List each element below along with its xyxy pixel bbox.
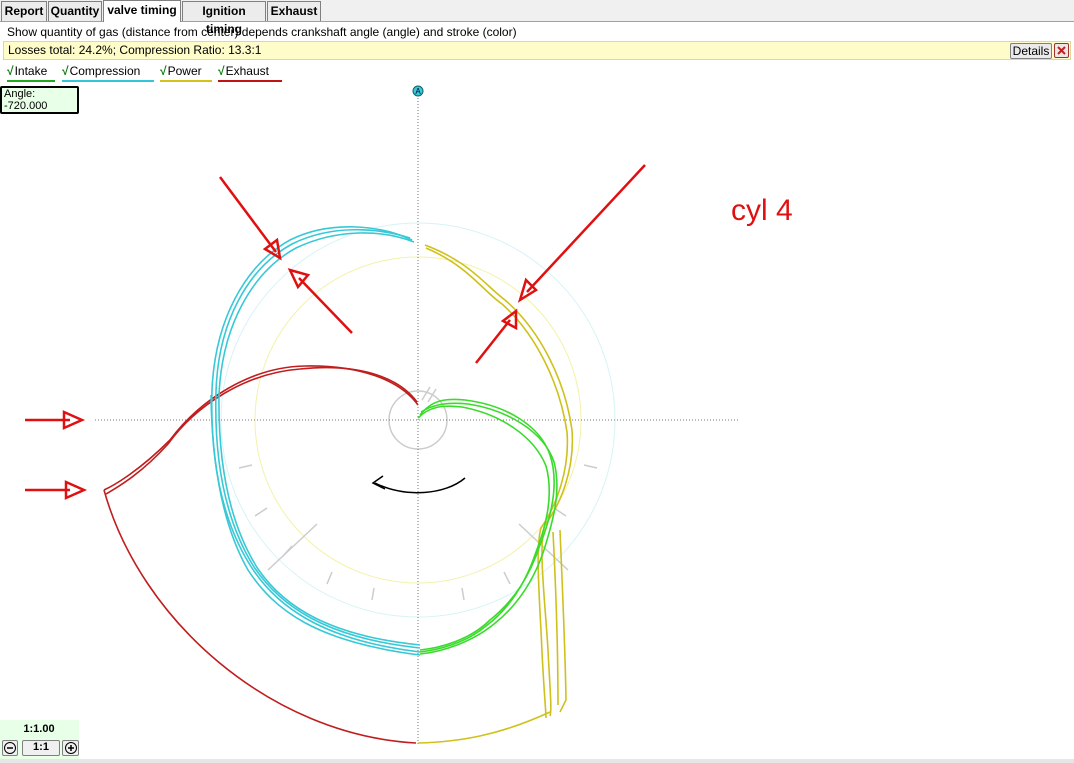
compression-curve — [210, 226, 421, 656]
details-button[interactable]: Details — [1010, 43, 1052, 59]
info-bar-text: Losses total: 24.2%; Compression Ratio: … — [8, 43, 262, 57]
legend-exhaust-label: Exhaust — [225, 64, 269, 78]
angle-value: -720.000 — [4, 100, 48, 112]
cylinder-annotation: cyl 4 — [731, 194, 793, 227]
zoom-in-icon — [64, 742, 77, 754]
page-description: Show quantity of gas (distance from cent… — [7, 25, 517, 39]
tab-ignition-timing[interactable]: Ignition timing — [182, 1, 266, 36]
tab-bar: Report Quantity valve timing Ignition ti… — [0, 0, 1074, 36]
tab-report-label: Report — [4, 4, 44, 18]
checkmark-icon: √ — [7, 64, 14, 78]
angle-marker-label: A — [415, 87, 421, 96]
legend-compression-label: Compression — [69, 64, 141, 78]
tab-quantity[interactable]: Quantity — [48, 1, 102, 21]
tab-quantity-label: Quantity — [50, 4, 100, 18]
zoom-out-button[interactable] — [2, 740, 18, 756]
legend-compression[interactable]: √Compression — [62, 63, 154, 82]
annotation-arrows — [25, 164, 646, 500]
tab-report[interactable]: Report — [1, 1, 47, 21]
tick-marks — [238, 386, 598, 601]
exhaust-curve — [103, 365, 419, 744]
tab-exhaust[interactable]: Exhaust — [267, 1, 321, 21]
angle-label: Angle: — [4, 88, 36, 100]
checkmark-icon: √ — [62, 64, 69, 78]
legend-power[interactable]: √Power — [160, 63, 212, 82]
tab-valve-timing-label: valve timing — [107, 3, 177, 17]
tab-valve-timing[interactable]: valve timing — [103, 0, 181, 22]
zoom-out-icon — [4, 742, 16, 754]
tab-exhaust-label: Exhaust — [270, 4, 318, 18]
valve-timing-plot[interactable]: A cyl 4 — [0, 82, 1074, 758]
legend-power-label: Power — [167, 64, 202, 78]
rotation-direction-arrow — [374, 477, 466, 494]
legend-intake-label: Intake — [14, 64, 48, 78]
info-bar: Losses total: 24.2%; Compression Ratio: … — [3, 41, 1071, 60]
checkmark-icon: √ — [160, 64, 167, 78]
legend-intake[interactable]: √Intake — [7, 63, 55, 82]
zoom-in-button[interactable] — [62, 740, 79, 756]
zoom-level: 1:1.00 — [23, 723, 55, 735]
angle-readout: Angle: -720.000 — [0, 86, 79, 114]
status-strip — [0, 759, 1074, 763]
legend-exhaust[interactable]: √Exhaust — [218, 63, 282, 82]
checkmark-icon: √ — [218, 64, 225, 78]
close-icon[interactable] — [1054, 43, 1069, 58]
zoom-reset-button[interactable]: 1:1 — [22, 740, 60, 756]
